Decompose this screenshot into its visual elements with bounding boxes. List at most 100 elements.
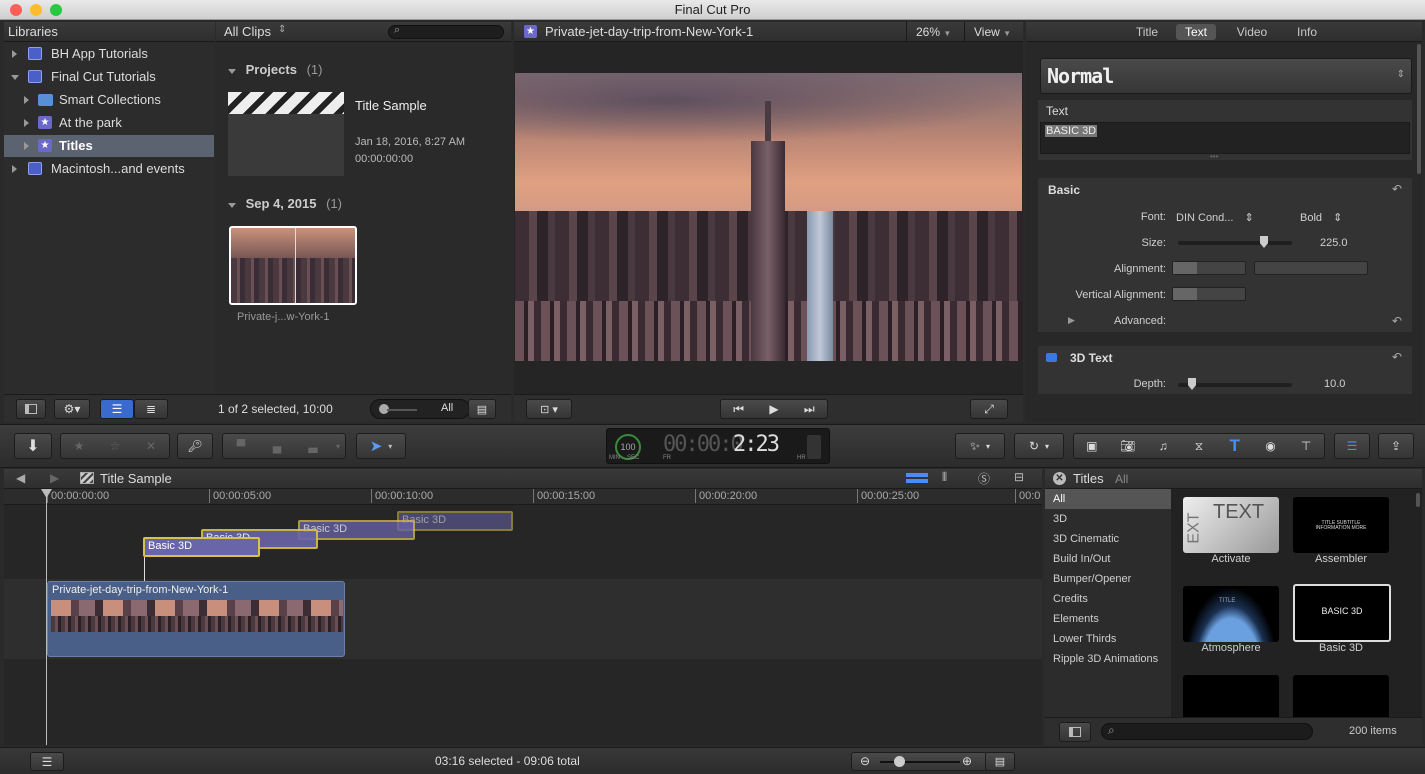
projects-group-header[interactable]: Projects (1) (228, 62, 322, 77)
project-thumbnail[interactable] (228, 92, 344, 176)
size-slider-knob[interactable] (1260, 236, 1268, 248)
category-lower-thirds[interactable]: Lower Thirds (1053, 629, 1116, 649)
transform-menu-button[interactable]: ⊡ ▾ (526, 399, 572, 419)
depth-value[interactable]: 10.0 (1324, 378, 1345, 390)
import-media-button[interactable]: ⬇ (14, 433, 52, 459)
text-content-field[interactable]: BASIC 3D (1040, 122, 1410, 154)
depth-slider-knob[interactable] (1188, 378, 1196, 390)
close-window-button[interactable] (10, 4, 22, 16)
zoom-in-icon[interactable]: ⊕ (962, 754, 972, 768)
play-icon[interactable]: ▶ (756, 402, 791, 416)
category-elements[interactable]: Elements (1053, 609, 1099, 629)
zoom-out-icon[interactable]: ⊖ (860, 754, 870, 768)
toggle-library-button[interactable] (16, 399, 46, 419)
tab-video[interactable]: Video (1232, 22, 1272, 42)
library-item-smart-collections[interactable]: Smart Collections (4, 89, 214, 111)
connect-clip-icon[interactable]: ▀ (223, 439, 259, 453)
category-3d[interactable]: 3D (1053, 509, 1067, 529)
disclosure-triangle-icon[interactable] (12, 165, 17, 173)
timeline-appearance-button[interactable]: ▤ (985, 752, 1015, 771)
category-build-in-out[interactable]: Build In/Out (1053, 549, 1110, 569)
fullscreen-button[interactable]: ⤢ (970, 399, 1008, 419)
list-view-button[interactable]: ≣ (134, 399, 168, 419)
event-item-titles[interactable]: ★ Titles (4, 135, 214, 157)
library-item-bh-app-tutorials[interactable]: BH App Tutorials (4, 43, 214, 65)
dashboard-timecode[interactable]: 100 00:00:0 2:23 HR MIN SEC FR (606, 428, 830, 464)
previous-edit-icon[interactable]: ⏮ (721, 402, 756, 417)
title-clip-1[interactable]: Basic 3D (143, 537, 260, 557)
enable-3d-checkbox[interactable] (1046, 353, 1057, 362)
title-thumb-next-2[interactable] (1293, 675, 1389, 717)
clip-filter-select[interactable]: All Clips (224, 24, 271, 39)
reset-advanced-icon[interactable]: ↶ (1392, 314, 1402, 328)
hide-categories-button[interactable] (1059, 722, 1091, 742)
disclosure-triangle-icon[interactable] (24, 96, 29, 104)
solo-icon[interactable]: Ⓢ (978, 470, 990, 487)
tab-title[interactable]: Title (1130, 22, 1164, 42)
tab-info[interactable]: Info (1292, 22, 1322, 42)
select-tool-button[interactable]: ➤ ▾ (356, 433, 406, 459)
font-family-select[interactable]: DIN Cond... ⇕ (1176, 211, 1254, 224)
category-ripple-3d-animations[interactable]: Ripple 3D Animations (1053, 649, 1158, 669)
title-thumb-atmosphere[interactable]: TITLE (1183, 586, 1279, 642)
disclosure-triangle-icon[interactable] (24, 142, 29, 150)
disclosure-triangle-icon[interactable] (12, 50, 17, 58)
category-credits[interactable]: Credits (1053, 589, 1088, 609)
append-clip-icon[interactable]: ▃ (295, 439, 331, 453)
clip-thumbnail[interactable] (229, 226, 357, 305)
text-preset-select[interactable]: Normal ⇕ (1040, 58, 1412, 94)
collapse-triangle-icon[interactable] (228, 203, 236, 208)
font-weight-select[interactable]: Bold ⇕ (1300, 211, 1342, 224)
collapse-triangle-icon[interactable] (228, 69, 236, 74)
titles-search-input[interactable]: ⌕ (1101, 723, 1313, 740)
viewer-view-menu[interactable]: View ▼ (964, 22, 1023, 42)
audio-meter-mini[interactable] (807, 435, 821, 459)
library-item-final-cut-tutorials[interactable]: Final Cut Tutorials (4, 66, 214, 88)
event-item-at-the-park[interactable]: ★ At the park (4, 112, 214, 134)
inspector-scrollbar[interactable] (1417, 44, 1421, 174)
filmstrip-view-button[interactable]: ☰ (100, 399, 134, 419)
titles-T-icon[interactable]: T (1217, 436, 1253, 456)
unrate-star-icon[interactable]: ☆ (97, 439, 133, 453)
clip-appearance-icon[interactable]: ⊟ (1014, 470, 1024, 484)
category-bumper-opener[interactable]: Bumper/Opener (1053, 569, 1131, 589)
retime-button[interactable]: ↻ ▾ (1014, 433, 1064, 459)
vertical-alignment-control[interactable] (1172, 287, 1246, 301)
align-left-icon[interactable] (1173, 262, 1197, 274)
disclosure-triangle-open-icon[interactable] (11, 75, 19, 80)
zoom-window-button[interactable] (50, 4, 62, 16)
close-browser-icon[interactable]: ✕ (1053, 472, 1066, 485)
generators-icon[interactable]: ◉ (1253, 439, 1289, 453)
timeline-index-button[interactable]: ☰ (30, 752, 64, 771)
category-all[interactable]: All (1053, 489, 1065, 509)
date-group-header[interactable]: Sep 4, 2015 (1) (228, 196, 342, 211)
minimize-window-button[interactable] (30, 4, 42, 16)
keyword-button[interactable]: 🔑︎ (177, 433, 213, 459)
search-input[interactable]: ⌕ (388, 24, 504, 39)
tab-text[interactable]: Text (1176, 24, 1216, 40)
action-menu-button[interactable]: ⚙▾ (54, 399, 90, 419)
inspector-toggle-button[interactable]: ☰ (1334, 433, 1370, 459)
transitions-icon[interactable]: ⧖ (1181, 439, 1217, 454)
depth-slider[interactable] (1178, 378, 1292, 390)
share-button[interactable]: ⇪ (1378, 433, 1414, 459)
forward-arrow-icon[interactable]: ▶ (50, 471, 59, 485)
size-value[interactable]: 225.0 (1320, 237, 1348, 249)
category-3d-cinematic[interactable]: 3D Cinematic (1053, 529, 1119, 549)
reject-x-icon[interactable]: ✕ (133, 439, 169, 453)
title-thumb-basic-3d[interactable]: BASIC 3D (1293, 584, 1391, 642)
next-edit-icon[interactable]: ⏭ (792, 402, 827, 417)
zoom-slider-knob[interactable] (894, 756, 905, 767)
library-item-macintosh[interactable]: Macintosh...and events (4, 158, 214, 180)
title-thumb-next-1[interactable] (1183, 675, 1279, 717)
alignment-segmented-control[interactable] (1172, 261, 1246, 275)
insert-clip-icon[interactable]: ▄ (259, 439, 295, 453)
video-frame[interactable] (515, 73, 1022, 361)
audio-skimming-icon[interactable]: ⫴ (942, 470, 947, 485)
reset-basic-icon[interactable]: ↶ (1392, 182, 1402, 196)
titles-scrollbar[interactable] (1416, 493, 1420, 507)
disclosure-triangle-icon[interactable] (24, 119, 29, 127)
video-clip[interactable]: Private-jet-day-trip-from-New-York-1 (47, 581, 345, 657)
resize-handle-icon[interactable]: ••• (1210, 152, 1218, 161)
effects-browser-icon[interactable]: ▣ (1074, 439, 1110, 453)
